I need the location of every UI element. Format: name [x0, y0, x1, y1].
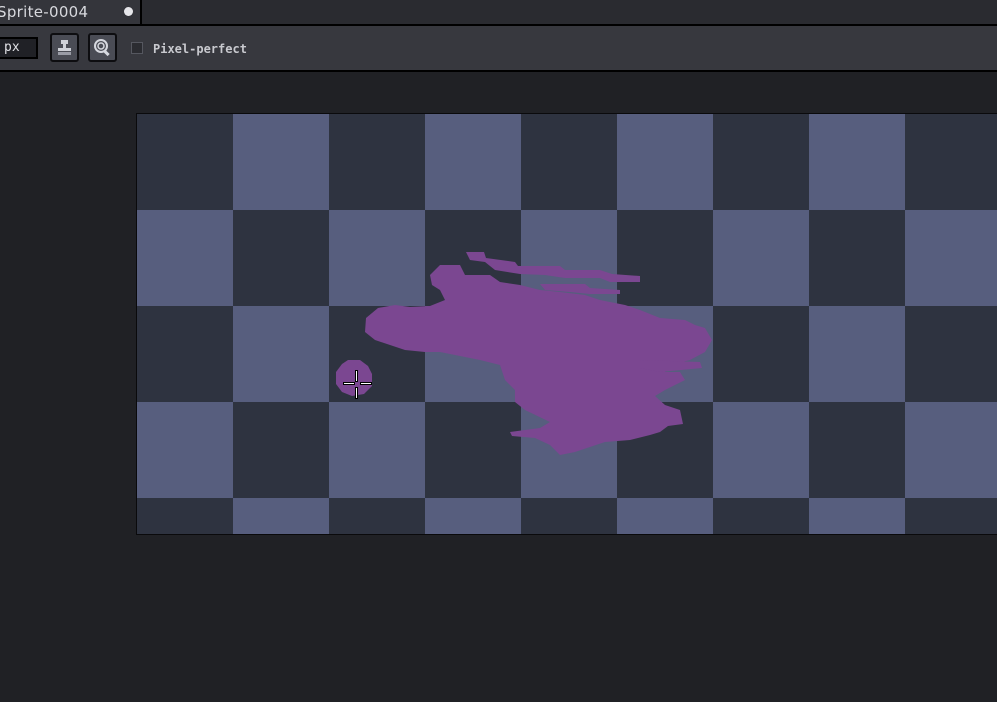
stamp-icon: [58, 40, 71, 55]
zoom-lens-button[interactable]: [88, 33, 117, 62]
unsaved-dot-icon[interactable]: [124, 7, 133, 16]
context-bar: px Pixel-perfect: [0, 26, 997, 72]
stamp-button[interactable]: [50, 33, 79, 62]
pixel-perfect-checkbox[interactable]: [131, 42, 143, 54]
tab-sprite[interactable]: Sprite-0004: [0, 0, 142, 24]
brush-size-field[interactable]: px: [0, 37, 38, 59]
canvas-surface: [137, 114, 997, 534]
sprite-canvas[interactable]: [136, 113, 997, 535]
tab-title: Sprite-0004: [0, 3, 89, 21]
pixel-perfect-label: Pixel-perfect: [153, 42, 247, 56]
zoom-lens-icon: [94, 39, 110, 57]
tab-bar: Sprite-0004: [0, 0, 997, 26]
